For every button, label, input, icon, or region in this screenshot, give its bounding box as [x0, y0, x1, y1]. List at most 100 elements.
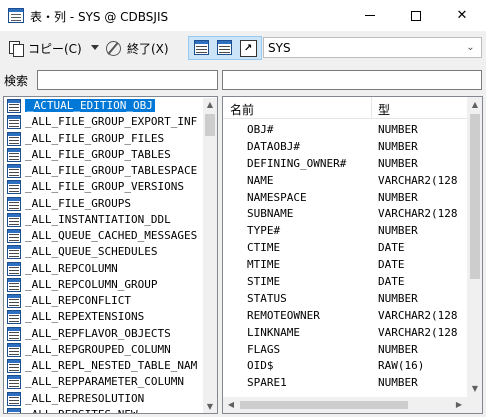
table-list-item[interactable]: _ALL_REPPARAMETER_COLUMN [5, 374, 203, 390]
column-row[interactable]: TYPE# NUMBER [223, 223, 467, 240]
table-list-item[interactable]: _ALL_FILE_GROUP_FILES [5, 131, 203, 147]
column-name: STIME [247, 275, 281, 289]
table-icon [7, 375, 21, 390]
table-list-item[interactable]: _ALL_FILE_GROUP_TABLESPACE [5, 163, 203, 179]
close-button[interactable]: ✕ [439, 0, 485, 31]
table-name: _ALL_REPPARAMETER_COLUMN [25, 375, 184, 389]
column-row[interactable]: NAMESPACE NUMBER [223, 190, 467, 207]
table-icon [7, 196, 21, 211]
column-row[interactable]: REMOTEOWNER VARCHAR2(128 [223, 308, 467, 325]
column-row[interactable]: NAME VARCHAR2(128 [223, 173, 467, 190]
table-list-item[interactable]: _ALL_FILE_GROUP_VERSIONS [5, 179, 203, 195]
column-divider[interactable] [371, 97, 372, 119]
table-list-item[interactable]: _ALL_REPSITES_NEW [5, 407, 203, 413]
column-search-input[interactable] [222, 70, 482, 90]
table-list-item[interactable]: _ALL_REPRESOLUTION [5, 391, 203, 407]
column-type: VARCHAR2(128 [378, 207, 458, 221]
maximize-icon [411, 10, 421, 21]
column-type: NUMBER [378, 376, 418, 390]
table-list-panel: _ACTUAL_EDITION_OBJ _ALL_FILE_GROUP_EXPOR… [3, 96, 218, 414]
column-row[interactable]: SPARE1 NUMBER [223, 375, 467, 392]
table-icon [7, 164, 21, 178]
copy-label: コピー(C) [28, 41, 82, 56]
table-list[interactable]: _ACTUAL_EDITION_OBJ _ALL_FILE_GROUP_EXPOR… [5, 98, 203, 413]
shortcut-button[interactable]: ↗ [240, 40, 257, 57]
column-row[interactable]: FLAGS NUMBER [223, 342, 467, 359]
end-button[interactable]: 終了(X) [106, 38, 169, 58]
table-list-item[interactable]: _ALL_REPEXTENSIONS [5, 309, 203, 325]
view-button-group: ↗ [188, 36, 262, 60]
title-bar: 表・列 - SYS @ CDBSJIS ✕ [0, 0, 486, 31]
column-row[interactable]: OBJ# NUMBER [223, 122, 467, 139]
table-icon [7, 359, 21, 373]
column-list-vscrollbar[interactable]: ▲ ▼ [467, 97, 482, 397]
table-list-item[interactable]: _ALL_QUEUE_CACHED_MESSAGES [5, 228, 203, 244]
column-name: REMOTEOWNER [247, 308, 320, 322]
column-header-name[interactable]: 名前 [230, 101, 254, 118]
scroll-right-icon[interactable]: ▶ [451, 397, 467, 413]
table-icon [7, 99, 21, 113]
column-list-hscrollbar[interactable]: ◀ ▶ [223, 397, 467, 413]
table-list-scrollbar[interactable]: ▲ ▼ [203, 98, 217, 413]
scroll-thumb[interactable] [240, 401, 408, 409]
table-view-button[interactable] [194, 40, 211, 57]
scroll-down-icon[interactable]: ▼ [467, 381, 482, 397]
search-input[interactable] [37, 70, 218, 90]
column-name: DEFINING_OWNER# [247, 156, 347, 170]
table-list-item[interactable]: _ALL_FILE_GROUPS [5, 196, 203, 212]
scroll-thumb[interactable] [205, 114, 215, 136]
column-type: NUMBER [378, 342, 418, 356]
table-list-item[interactable]: _ALL_REPL_NESTED_TABLE_NAM [5, 358, 203, 374]
table-list-item[interactable]: _ALL_FILE_GROUP_EXPORT_INF [5, 114, 203, 130]
column-row[interactable]: CTIME DATE [223, 240, 467, 257]
table-list-item[interactable]: _ALL_REPCONFLICT [5, 293, 203, 309]
schema-select[interactable]: SYS ⌄ [263, 37, 482, 58]
column-row[interactable]: STATUS NUMBER [223, 291, 467, 308]
column-rows: OBJ# NUMBER DATAOBJ# NUMBER DEFINING_OWNER# N… [223, 122, 467, 392]
column-row[interactable]: MTIME DATE [223, 257, 467, 274]
column-row[interactable]: LINKNAME VARCHAR2(128 [223, 325, 467, 342]
table-name: _ALL_REPGROUPED_COLUMN [25, 342, 171, 356]
end-label: 終了(X) [127, 41, 169, 56]
table-name: _ALL_FILE_GROUP_VERSIONS [25, 180, 184, 194]
column-header-type[interactable]: 型 [378, 101, 390, 118]
column-type: NUMBER [378, 291, 418, 305]
table-name: _ALL_REPCOLUMN [25, 261, 118, 275]
schema-value: SYS [268, 41, 291, 55]
scroll-left-icon[interactable]: ◀ [223, 397, 239, 413]
table-icon [7, 310, 21, 325]
column-name: OID$ [247, 359, 274, 373]
window-title: 表・列 - SYS @ CDBSJIS [30, 10, 169, 24]
column-name: TYPE# [247, 224, 281, 238]
table-list-item[interactable]: _ACTUAL_EDITION_OBJ [5, 98, 203, 114]
table-list-item[interactable]: _ALL_REPFLAVOR_OBJECTS [5, 326, 203, 342]
column-name: SUBNAME [247, 207, 294, 221]
minimize-icon [365, 15, 375, 16]
table-detail-view-button[interactable] [217, 40, 234, 57]
column-type: NUMBER [378, 190, 418, 204]
table-name: _ALL_QUEUE_SCHEDULES [25, 245, 158, 259]
scroll-down-icon[interactable]: ▼ [203, 400, 217, 413]
copy-dropdown-arrow-icon[interactable] [91, 45, 99, 50]
minimize-button[interactable] [347, 0, 393, 31]
table-list-item[interactable]: _ALL_REPGROUPED_COLUMN [5, 342, 203, 358]
copy-button[interactable]: コピー(C) [8, 38, 82, 58]
column-type: DATE [378, 275, 405, 289]
table-list-item[interactable]: _ALL_REPCOLUMN_GROUP [5, 277, 203, 293]
maximize-button[interactable] [393, 0, 439, 31]
column-type: DATE [378, 258, 405, 272]
table-list-item[interactable]: _ALL_INSTANTIATION_DDL [5, 212, 203, 228]
column-row[interactable]: STIME DATE [223, 274, 467, 291]
scroll-thumb[interactable] [470, 114, 480, 279]
column-row[interactable]: SUBNAME VARCHAR2(128 [223, 206, 467, 223]
scroll-up-icon[interactable]: ▲ [203, 98, 217, 112]
column-row[interactable]: OID$ RAW(16) [223, 358, 467, 375]
table-name: _ALL_FILE_GROUP_TABLES [25, 147, 171, 161]
table-list-item[interactable]: _ALL_FILE_GROUP_TABLES [5, 147, 203, 163]
column-row[interactable]: DEFINING_OWNER# NUMBER [223, 156, 467, 173]
table-list-item[interactable]: _ALL_REPCOLUMN [5, 261, 203, 277]
table-detail-view-icon [217, 40, 232, 55]
scroll-up-icon[interactable]: ▲ [467, 97, 482, 113]
table-list-item[interactable]: _ALL_QUEUE_SCHEDULES [5, 244, 203, 260]
column-row[interactable]: DATAOBJ# NUMBER [223, 139, 467, 156]
